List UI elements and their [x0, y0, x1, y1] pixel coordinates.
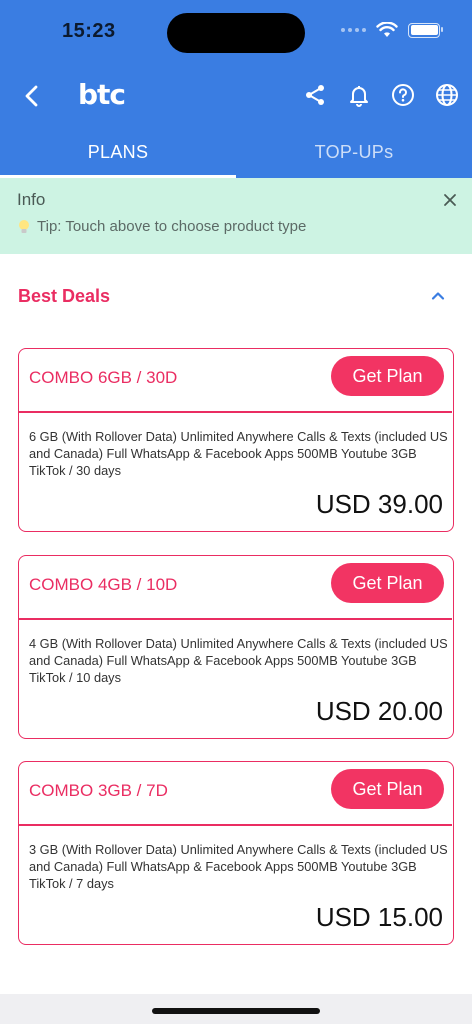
chevron-left-icon[interactable]: [18, 82, 46, 110]
status-indicators: [341, 22, 443, 38]
bell-icon[interactable]: [346, 82, 372, 108]
info-banner: Info Tip: Touch above to choose product …: [0, 178, 472, 254]
plan-card: COMBO 3GB / 7D Get Plan 3 GB (With Rollo…: [18, 761, 454, 945]
plan-card: COMBO 6GB / 30D Get Plan 6 GB (With Roll…: [18, 348, 454, 532]
tab-plans[interactable]: PLANS: [0, 130, 236, 178]
plan-price: USD 20.00: [315, 696, 443, 726]
tab-bar: PLANS TOP-UPs: [0, 130, 472, 178]
get-plan-button[interactable]: Get Plan: [331, 769, 444, 809]
info-title: Info: [17, 190, 46, 209]
card-divider: [19, 618, 452, 620]
chevron-up-icon[interactable]: [428, 286, 448, 306]
plan-description: 4 GB (With Rollover Data) Unlimited Anyw…: [29, 636, 448, 685]
get-plan-button[interactable]: Get Plan: [331, 356, 444, 396]
home-indicator: [152, 1008, 320, 1014]
globe-icon[interactable]: [434, 82, 460, 108]
tab-top-ups[interactable]: TOP-UPs: [236, 130, 472, 178]
status-time: 15:23: [62, 20, 116, 42]
lightbulb-icon: [19, 219, 29, 233]
best-deals-header[interactable]: Best Deals: [0, 268, 472, 324]
app-header: 15:23 btc PLANS TOP-UPs: [0, 0, 472, 178]
dynamic-island: [167, 13, 305, 53]
card-divider: [19, 411, 452, 413]
question-circle-icon[interactable]: [390, 82, 416, 108]
info-tip: Tip: Touch above to choose product type: [17, 218, 306, 235]
section-title: Best Deals: [18, 286, 111, 306]
cellular-signal-icon: [341, 28, 366, 32]
brand-logo: btc: [78, 78, 126, 111]
wifi-icon: [376, 22, 398, 37]
card-divider: [19, 824, 452, 826]
get-plan-button[interactable]: Get Plan: [331, 563, 444, 603]
info-tip-text: Tip: Touch above to choose product type: [37, 218, 307, 235]
plan-card: COMBO 4GB / 10D Get Plan 4 GB (With Roll…: [18, 555, 454, 739]
plan-title: COMBO 3GB / 7D: [29, 781, 168, 800]
nav-bar: btc: [0, 72, 472, 120]
battery-icon: [408, 22, 443, 38]
plan-title: COMBO 4GB / 10D: [29, 575, 178, 594]
plan-title: COMBO 6GB / 30D: [29, 368, 178, 387]
share-icon[interactable]: [302, 82, 328, 108]
plan-price: USD 15.00: [315, 902, 443, 932]
close-icon[interactable]: [438, 188, 462, 212]
plan-description: 3 GB (With Rollover Data) Unlimited Anyw…: [29, 842, 448, 891]
plan-price: USD 39.00: [315, 489, 443, 519]
plan-description: 6 GB (With Rollover Data) Unlimited Anyw…: [29, 429, 448, 478]
